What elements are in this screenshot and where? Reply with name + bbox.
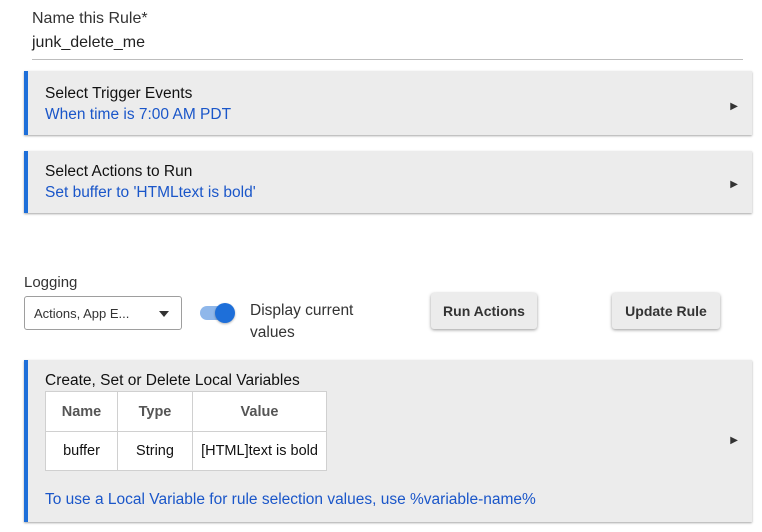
display-values-label: Display current values [250, 302, 354, 341]
rule-name-label: Name this Rule* [32, 10, 148, 27]
local-variables-title: Create, Set or Delete Local Variables [45, 372, 300, 389]
rule-name-field[interactable]: Name this Rule* junk_delete_me [32, 8, 743, 60]
run-actions-button[interactable]: Run Actions [431, 293, 537, 329]
local-variables-panel[interactable]: Create, Set or Delete Local Variables Na… [24, 360, 752, 522]
expand-arrow-icon[interactable]: ▶ [730, 101, 738, 112]
column-header-name: Name [45, 391, 118, 432]
variable-name-cell[interactable]: buffer [45, 431, 118, 471]
expand-arrow-icon[interactable]: ▶ [730, 435, 738, 446]
actions-title: Select Actions to Run [45, 163, 193, 180]
logging-selected-value: Actions, App E... [34, 306, 130, 321]
trigger-events-summary[interactable]: When time is 7:00 AM PDT [45, 106, 231, 124]
actions-summary[interactable]: Set buffer to 'HTMLtext is bold' [45, 184, 256, 202]
display-values-toggle[interactable] [198, 303, 235, 323]
table-header-row: Name Type Value [45, 391, 327, 432]
logging-label: Logging [24, 274, 78, 291]
rule-name-input[interactable]: junk_delete_me [32, 32, 743, 60]
table-row[interactable]: buffer String [HTML]text is bold [45, 431, 327, 471]
caret-down-icon [159, 311, 169, 317]
variable-value-cell: [HTML]text is bold [192, 431, 327, 471]
trigger-events-panel[interactable]: Select Trigger Events When time is 7:00 … [24, 71, 752, 135]
trigger-events-title: Select Trigger Events [45, 85, 193, 102]
actions-panel[interactable]: Select Actions to Run Set buffer to 'HTM… [24, 151, 752, 213]
local-variables-table: Name Type Value buffer String [HTML]text… [45, 391, 327, 471]
local-variables-note: To use a Local Variable for rule selecti… [45, 491, 536, 508]
update-rule-button[interactable]: Update Rule [612, 293, 720, 329]
expand-arrow-icon[interactable]: ▶ [730, 179, 738, 190]
toggle-thumb [215, 303, 235, 323]
column-header-value: Value [192, 391, 327, 432]
logging-select[interactable]: Actions, App E... [24, 296, 182, 330]
variable-type-cell: String [117, 431, 193, 471]
column-header-type: Type [117, 391, 193, 432]
